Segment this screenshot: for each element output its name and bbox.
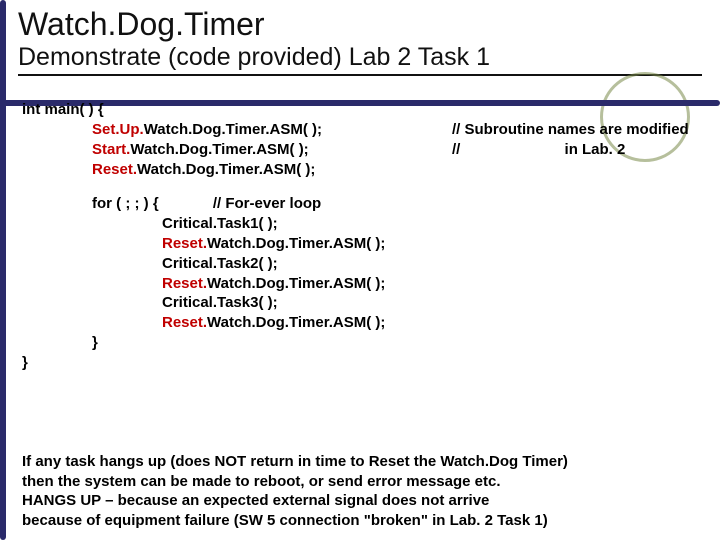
code-line: for ( ; ; ) { <box>92 195 159 212</box>
code-content: int main( ) { Set.Up.Watch.Dog.Timer.ASM… <box>0 76 720 383</box>
code-line: int main( ) { <box>22 101 104 118</box>
slide-title: Watch.Dog.Timer <box>18 6 702 43</box>
footer-line: HANGS UP – because an expected external … <box>22 492 489 509</box>
code-comment: // in Lab. 2 <box>452 141 625 158</box>
footer-line: then the system can be made to reboot, o… <box>22 473 500 490</box>
slide-subtitle: Demonstrate (code provided) Lab 2 Task 1 <box>18 43 702 76</box>
footer-line: If any task hangs up (does NOT return in… <box>22 453 568 470</box>
code-comment: // Subroutine names are modified <box>452 121 689 138</box>
code-line: } <box>92 334 98 351</box>
code-line: Watch.Dog.Timer.ASM( ); <box>144 121 322 138</box>
code-line: Watch.Dog.Timer.ASM( ); <box>207 314 385 331</box>
code-keyword: Reset. <box>162 314 207 331</box>
code-line: Critical.Task3( ); <box>162 294 278 311</box>
title-block: Watch.Dog.Timer Demonstrate (code provid… <box>0 0 720 76</box>
code-line: Critical.Task2( ); <box>162 255 278 272</box>
code-line: Watch.Dog.Timer.ASM( ); <box>130 141 308 158</box>
code-keyword: Start. <box>92 141 130 158</box>
code-line: Critical.Task1( ); <box>162 215 278 232</box>
code-line: Watch.Dog.Timer.ASM( ); <box>207 235 385 252</box>
code-keyword: Set.Up. <box>92 121 144 138</box>
code-line: Watch.Dog.Timer.ASM( ); <box>207 275 385 292</box>
footer-line: because of equipment failure (SW 5 conne… <box>22 512 548 529</box>
code-keyword: Reset. <box>92 161 137 178</box>
code-keyword: Reset. <box>162 275 207 292</box>
code-comment: // For-ever loop <box>213 195 321 212</box>
code-line: Watch.Dog.Timer.ASM( ); <box>137 161 315 178</box>
code-line: } <box>22 354 28 371</box>
code-keyword: Reset. <box>162 235 207 252</box>
footer-note: If any task hangs up (does NOT return in… <box>22 452 698 530</box>
